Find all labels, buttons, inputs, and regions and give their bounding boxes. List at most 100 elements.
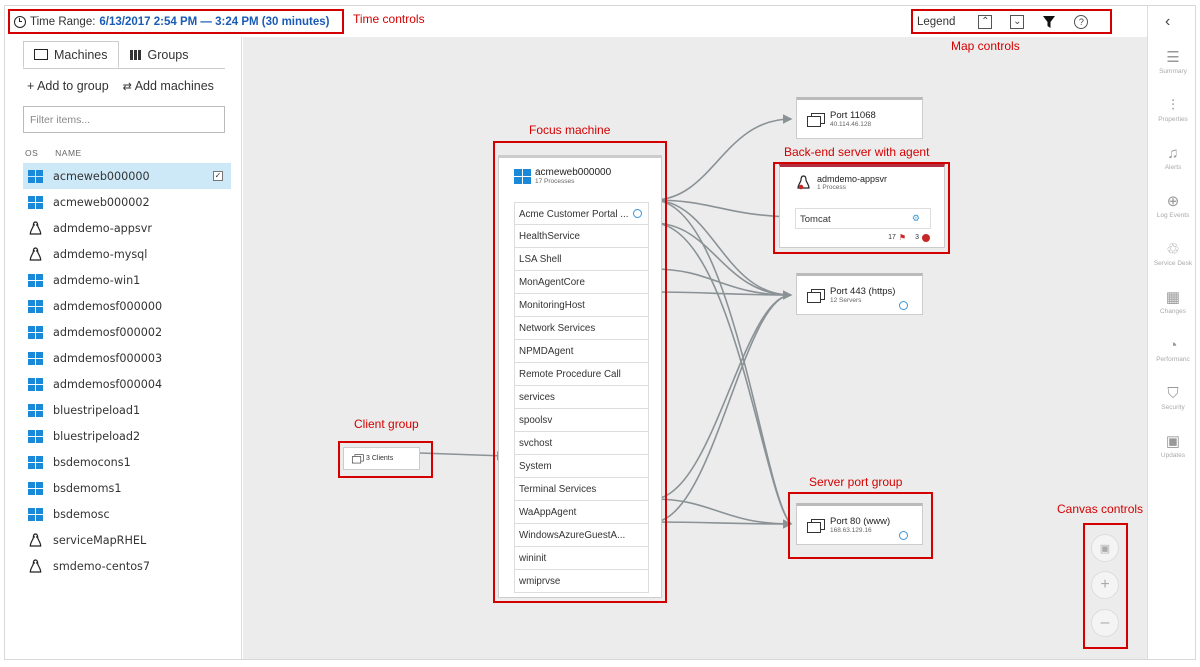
focus-machine-process-count: 17 Processes (535, 178, 575, 185)
filter-icon[interactable] (1042, 15, 1056, 29)
process-item[interactable]: NPMDAgent (514, 340, 649, 363)
windows-icon (28, 455, 43, 469)
process-item[interactable]: LSA Shell (514, 248, 649, 271)
right-nav-properties[interactable]: ⫶ Properties (1148, 96, 1195, 124)
machine-row[interactable]: admdemo-appsvr (23, 215, 231, 241)
machine-row[interactable]: acmeweb000002 (23, 189, 231, 215)
time-range-value[interactable]: 6/13/2017 2:54 PM — 3:24 PM (30 minutes) (99, 16, 329, 28)
process-item[interactable]: MonitoringHost (514, 294, 649, 317)
gauge-icon: ◔ (1168, 336, 1178, 354)
add-machines-button[interactable]: ⇄ Add machines (123, 79, 214, 93)
map-canvas[interactable]: Focus machine acmeweb000000 17 Processes… (243, 37, 1147, 659)
machine-row[interactable]: bluestripeload1 (23, 397, 231, 423)
machine-row[interactable]: bsdemosc (23, 501, 231, 527)
process-item[interactable]: Acme Customer Portal ... (514, 202, 649, 225)
process-item[interactable]: wmiprvse (514, 570, 649, 593)
time-range-control[interactable]: Time Range: 6/13/2017 2:54 PM — 3:24 PM … (8, 9, 344, 34)
process-item[interactable]: spoolsv (514, 409, 649, 432)
selected-checkbox[interactable]: ✓ (213, 171, 223, 181)
alert-counts[interactable]: 17 ⚑ 3 (888, 233, 930, 242)
port-443-node[interactable]: Port 443 (https) 12 Servers (796, 273, 923, 315)
machine-row[interactable]: admdemosf000004 (23, 371, 231, 397)
add-machines-icon: ⇄ (122, 81, 132, 93)
process-item[interactable]: WindowsAzureGuestA... (514, 524, 649, 547)
process-item[interactable]: services (514, 386, 649, 409)
process-label: HealthService (519, 231, 580, 242)
right-nav-service-desk[interactable]: ♲ Service Desk (1148, 240, 1195, 267)
help-icon[interactable]: ? (1074, 14, 1089, 29)
tab-groups-label: Groups (147, 47, 189, 62)
service-desk-icon: ♲ (1166, 241, 1180, 258)
process-item[interactable]: wininit (514, 547, 649, 570)
machine-name: admdemo-mysql (53, 247, 148, 261)
right-nav-performanc[interactable]: ◔ Performanc (1148, 336, 1195, 364)
machine-list-panel: Machines Groups + Add to group ⇄ Add mac… (5, 37, 242, 659)
shield-icon: ⛉ (1167, 384, 1179, 402)
machine-row[interactable]: admdemosf000000 (23, 293, 231, 319)
right-nav-label: Changes (1159, 308, 1187, 315)
os-column-header[interactable]: OS (25, 148, 38, 158)
backend-server-name: admdemo-appsvr (817, 174, 888, 184)
process-label: svchost (519, 438, 553, 449)
port-80-ip: 168.63.129.16 (830, 527, 872, 534)
client-group-node[interactable]: 3 Clients (343, 447, 420, 470)
annotation-client-group: Client group (354, 417, 419, 431)
machine-row[interactable]: smdemo-centos7 (23, 553, 231, 579)
machine-row[interactable]: admdemo-mysql (23, 241, 231, 267)
machine-row[interactable]: bluestripeload2 (23, 423, 231, 449)
add-to-group-button[interactable]: + Add to group (27, 79, 109, 93)
backend-server-node[interactable]: admdemo-appsvr 1 Process Tomcat ⚙ 17 ⚑ 3 (779, 164, 945, 248)
windows-icon (28, 299, 43, 313)
port-80-node[interactable]: Port 80 (www) 168.63.129.16 (796, 503, 923, 545)
collapse-all-icon[interactable]: ⌃ (978, 14, 993, 29)
right-nav-security[interactable]: ⛉ Security (1148, 384, 1195, 412)
right-nav-label: Properties (1158, 116, 1188, 123)
name-column-header[interactable]: NAME (55, 148, 82, 158)
right-nav-updates[interactable]: ▣ Updates (1148, 432, 1195, 459)
windows-icon (28, 325, 43, 339)
process-item[interactable]: WaAppAgent (514, 501, 649, 524)
process-item[interactable]: svchost (514, 432, 649, 455)
expand-all-icon[interactable]: ⌄ (1010, 14, 1025, 29)
backend-server-process-count: 1 Process (817, 184, 846, 191)
process-item[interactable]: Terminal Services (514, 478, 649, 501)
machine-row[interactable]: admdemosf000002 (23, 319, 231, 345)
app-frame: Time Range: 6/13/2017 2:54 PM — 3:24 PM … (4, 5, 1196, 660)
column-headers: OS NAME (25, 148, 96, 158)
globe-icon (899, 531, 908, 540)
legend-button[interactable]: Legend (917, 16, 955, 28)
process-item[interactable]: MonAgentCore (514, 271, 649, 294)
process-label: Remote Procedure Call (519, 369, 621, 380)
machine-row[interactable]: admdemo-win1 (23, 267, 231, 293)
tab-machines[interactable]: Machines (23, 41, 119, 68)
windows-icon (28, 507, 43, 521)
process-item[interactable]: HealthService (514, 225, 649, 248)
changes-icon: ▦ (1165, 289, 1181, 306)
right-nav-log-events[interactable]: ⊕ Log Events (1148, 192, 1195, 219)
fit-to-screen-icon[interactable]: ▣ (1091, 534, 1119, 562)
machine-row[interactable]: serviceMapRHEL (23, 527, 231, 553)
zoom-out-button[interactable]: – (1091, 609, 1119, 637)
windows-icon (28, 169, 43, 183)
tomcat-process[interactable]: Tomcat ⚙ (795, 208, 931, 229)
tab-groups[interactable]: Groups (119, 41, 200, 68)
linux-icon (796, 174, 811, 191)
port-11068-node[interactable]: Port 11068 40.114.46.128 (796, 97, 923, 139)
process-item[interactable]: System (514, 455, 649, 478)
process-label: MonAgentCore (519, 277, 585, 288)
machine-row[interactable]: bsdemocons1 (23, 449, 231, 475)
machine-row[interactable]: acmeweb000000 ✓ (23, 163, 231, 189)
collapse-panel-icon[interactable]: ‹ (1165, 13, 1170, 31)
machine-name: acmeweb000002 (53, 195, 150, 209)
focus-machine-node[interactable]: acmeweb000000 17 Processes Acme Customer… (498, 155, 662, 598)
machine-name: admdemo-win1 (53, 273, 141, 287)
filter-input[interactable]: Filter items... (23, 106, 225, 133)
machine-row[interactable]: bsdemoms1 (23, 475, 231, 501)
process-item[interactable]: Network Services (514, 317, 649, 340)
right-nav-summary[interactable]: ☰ Summary (1148, 48, 1195, 75)
process-item[interactable]: Remote Procedure Call (514, 363, 649, 386)
right-nav-alerts[interactable]: ♫ Alerts (1148, 144, 1195, 172)
right-nav-changes[interactable]: ▦ Changes (1148, 288, 1195, 315)
machine-row[interactable]: admdemosf000003 (23, 345, 231, 371)
zoom-in-button[interactable]: + (1091, 571, 1119, 599)
